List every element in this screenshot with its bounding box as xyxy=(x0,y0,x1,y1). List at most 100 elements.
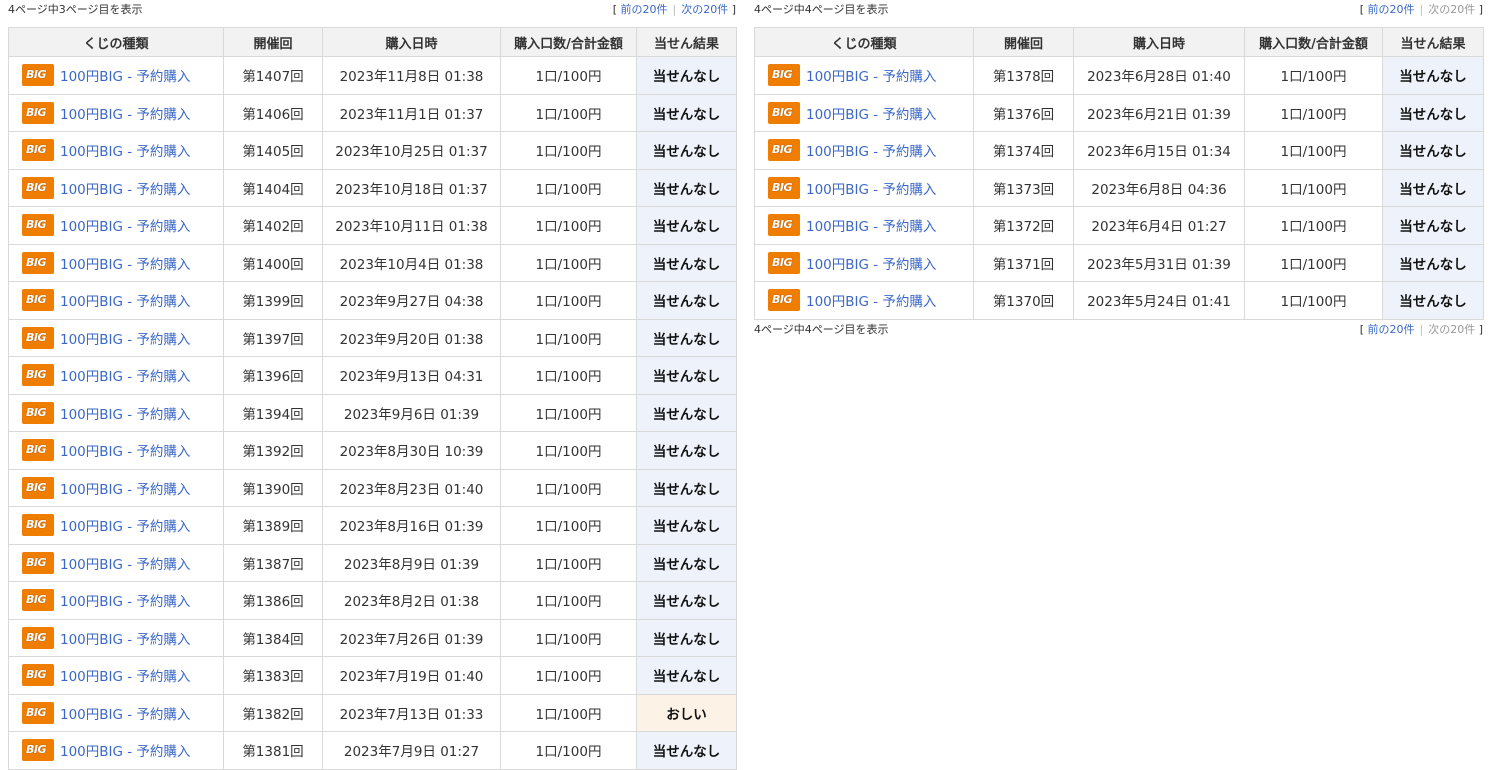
lottery-type-link[interactable]: 100円BIG - 予約購入 xyxy=(60,257,190,273)
prev-20-link[interactable]: 前の20件 xyxy=(1367,323,1414,336)
prev-20-link[interactable]: 前の20件 xyxy=(1367,3,1414,16)
lottery-type-link[interactable]: 100円BIG - 予約購入 xyxy=(60,669,190,685)
lottery-type-link[interactable]: 100円BIG - 予約購入 xyxy=(60,557,190,573)
amount-cell: 1口/100円 xyxy=(500,281,637,320)
table-row: BIG 100円BIG - 予約購入 第1382回 2023年7月13日 01:33 1… xyxy=(8,693,737,732)
lottery-type-link[interactable]: 100円BIG - 予約購入 xyxy=(60,369,190,385)
amount-cell: 1口/100円 xyxy=(1244,56,1383,95)
lottery-type-link[interactable]: 100円BIG - 予約購入 xyxy=(806,257,936,273)
table-row: BIG 100円BIG - 予約購入 第1405回 2023年10月25日 01:37… xyxy=(8,131,737,170)
pager-bracket-open: [ xyxy=(1359,3,1364,16)
amount-cell: 1口/100円 xyxy=(1244,206,1383,245)
purchase-date-cell: 2023年8月9日 01:39 xyxy=(322,543,501,582)
lottery-type-link[interactable]: 100円BIG - 予約購入 xyxy=(60,182,190,198)
lottery-type-link[interactable]: 100円BIG - 予約購入 xyxy=(806,182,936,198)
lottery-type-link[interactable]: 100円BIG - 予約購入 xyxy=(806,107,936,123)
purchase-date-cell: 2023年8月23日 01:40 xyxy=(322,468,501,507)
lottery-type-link[interactable]: 100円BIG - 予約購入 xyxy=(60,707,190,723)
table-row: BIG 100円BIG - 予約購入 第1392回 2023年8月30日 10:39 1… xyxy=(8,431,737,470)
amount-cell: 1口/100円 xyxy=(1244,243,1383,282)
lottery-type-cell: BIG 100円BIG - 予約購入 xyxy=(8,243,224,282)
lottery-type-link[interactable]: 100円BIG - 予約購入 xyxy=(806,294,936,310)
amount-cell: 1口/100円 xyxy=(500,356,637,395)
round-cell: 第1371回 xyxy=(973,243,1074,282)
pager-nav: [ 前の20件 | 次の20件 ] xyxy=(1360,321,1483,337)
col-header-amount: 購入口数/合計金額 xyxy=(1244,27,1383,57)
purchase-date-cell: 2023年6月15日 01:34 xyxy=(1073,131,1245,170)
amount-cell: 1口/100円 xyxy=(500,318,637,357)
purchase-date-cell: 2023年7月9日 01:27 xyxy=(322,731,501,770)
col-header-amount: 購入口数/合計金額 xyxy=(500,27,637,57)
pager-bracket-close: ] xyxy=(1478,3,1483,16)
big-logo-icon: BIG xyxy=(22,364,54,387)
prev-20-link[interactable]: 前の20件 xyxy=(620,3,667,16)
big-logo-icon: BIG xyxy=(22,326,54,349)
lottery-type-link[interactable]: 100円BIG - 予約購入 xyxy=(60,594,190,610)
pager-bracket-open: [ xyxy=(612,3,617,16)
amount-cell: 1口/100円 xyxy=(500,693,637,732)
round-cell: 第1387回 xyxy=(223,543,323,582)
lottery-type-link[interactable]: 100円BIG - 予約購入 xyxy=(60,519,190,535)
lottery-type-cell: BIG 100円BIG - 予約購入 xyxy=(8,468,224,507)
pager-bracket-close: ] xyxy=(731,3,736,16)
lottery-type-link[interactable]: 100円BIG - 予約購入 xyxy=(60,219,190,235)
col-header-result: 当せん結果 xyxy=(1382,27,1484,57)
lottery-type-cell: BIG 100円BIG - 予約購入 xyxy=(8,281,224,320)
amount-cell: 1口/100円 xyxy=(1244,131,1383,170)
col-header-round: 開催回 xyxy=(223,27,323,57)
page-info: 4ページ中3ページ目を表示 xyxy=(8,3,143,16)
amount-cell: 1口/100円 xyxy=(500,206,637,245)
table-row: BIG 100円BIG - 予約購入 第1387回 2023年8月9日 01:39 1口… xyxy=(8,543,737,582)
amount-cell: 1口/100円 xyxy=(500,431,637,470)
lottery-type-cell: BIG 100円BIG - 予約購入 xyxy=(8,356,224,395)
col-header-type: くじの種類 xyxy=(8,27,224,57)
table-row: BIG 100円BIG - 予約購入 第1370回 2023年5月24日 01:41 1… xyxy=(754,281,1484,320)
result-cell: 当せんなし xyxy=(1382,56,1484,95)
big-logo-icon: BIG xyxy=(768,289,800,312)
big-logo-icon: BIG xyxy=(768,101,800,124)
amount-cell: 1口/100円 xyxy=(500,393,637,432)
pager-bracket-close: ] xyxy=(1478,322,1483,336)
lottery-type-cell: BIG 100円BIG - 予約購入 xyxy=(8,168,224,207)
lottery-type-cell: BIG 100円BIG - 予約購入 xyxy=(8,581,224,620)
lottery-type-link[interactable]: 100円BIG - 予約購入 xyxy=(60,69,190,85)
round-cell: 第1402回 xyxy=(223,206,323,245)
amount-cell: 1口/100円 xyxy=(500,468,637,507)
lottery-type-link[interactable]: 100円BIG - 予約購入 xyxy=(806,219,936,235)
purchase-date-cell: 2023年8月16日 01:39 xyxy=(322,506,501,545)
table-header-row: くじの種類 開催回 購入日時 購入口数/合計金額 当せん結果 xyxy=(754,27,1484,57)
big-logo-icon: BIG xyxy=(22,514,54,537)
lottery-type-link[interactable]: 100円BIG - 予約購入 xyxy=(60,407,190,423)
lottery-type-link[interactable]: 100円BIG - 予約購入 xyxy=(60,332,190,348)
lottery-type-link[interactable]: 100円BIG - 予約購入 xyxy=(60,482,190,498)
lottery-type-link[interactable]: 100円BIG - 予約購入 xyxy=(806,144,936,160)
lottery-type-link[interactable]: 100円BIG - 予約購入 xyxy=(60,632,190,648)
lottery-type-link[interactable]: 100円BIG - 予約購入 xyxy=(60,444,190,460)
purchase-date-cell: 2023年10月18日 01:37 xyxy=(322,168,501,207)
result-cell: 当せんなし xyxy=(636,93,737,132)
round-cell: 第1392回 xyxy=(223,431,323,470)
round-cell: 第1390回 xyxy=(223,468,323,507)
pager-nav: [ 前の20件 | 次の20件 ] xyxy=(613,1,736,17)
lottery-type-link[interactable]: 100円BIG - 予約購入 xyxy=(806,69,936,85)
next-20-link[interactable]: 次の20件 xyxy=(681,3,728,16)
lottery-type-link[interactable]: 100円BIG - 予約購入 xyxy=(60,107,190,123)
result-cell: 当せんなし xyxy=(636,581,737,620)
round-cell: 第1378回 xyxy=(973,56,1074,95)
lottery-type-link[interactable]: 100円BIG - 予約購入 xyxy=(60,294,190,310)
table-row: BIG 100円BIG - 予約購入 第1396回 2023年9月13日 04:31 1… xyxy=(8,356,737,395)
big-logo-icon: BIG xyxy=(768,139,800,162)
big-logo-icon: BIG xyxy=(768,176,800,199)
purchase-date-cell: 2023年7月13日 01:33 xyxy=(322,693,501,732)
amount-cell: 1口/100円 xyxy=(1244,281,1383,320)
purchase-date-cell: 2023年8月30日 10:39 xyxy=(322,431,501,470)
round-cell: 第1396回 xyxy=(223,356,323,395)
pager-nav: [ 前の20件 | 次の20件 ] xyxy=(1360,1,1483,17)
result-cell: 当せんなし xyxy=(1382,206,1484,245)
lottery-type-cell: BIG 100円BIG - 予約購入 xyxy=(754,56,974,95)
lottery-type-cell: BIG 100円BIG - 予約購入 xyxy=(754,206,974,245)
purchase-date-cell: 2023年7月19日 01:40 xyxy=(322,656,501,695)
lottery-type-link[interactable]: 100円BIG - 予約購入 xyxy=(60,144,190,160)
lottery-type-link[interactable]: 100円BIG - 予約購入 xyxy=(60,744,190,760)
table-row: BIG 100円BIG - 予約購入 第1373回 2023年6月8日 04:36 1口… xyxy=(754,168,1484,207)
